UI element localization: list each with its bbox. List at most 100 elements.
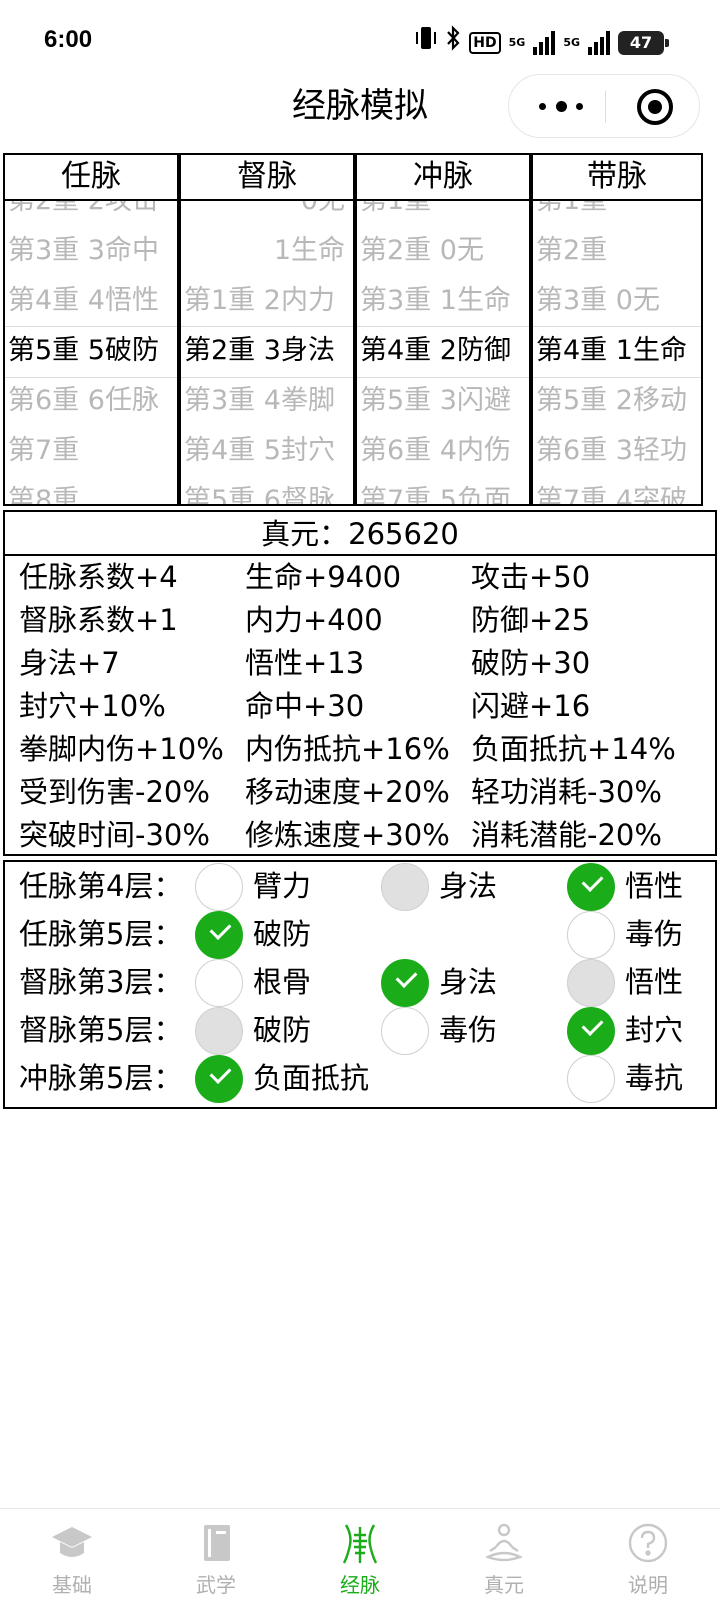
meridian-body-icon — [338, 1521, 382, 1565]
picker-option[interactable]: 第5重 6督脉 — [181, 476, 353, 504]
option-text[interactable]: 臂力 — [253, 862, 311, 911]
checkbox[interactable] — [567, 1007, 615, 1055]
picker-option[interactable]: 第3重 4拳脚 — [181, 376, 353, 426]
picker-option-selected[interactable]: 第4重 1生命 — [533, 326, 701, 376]
stat-row: 拳脚内伤+10% 内伤抵抗+16% 负面抵抗+14% — [19, 728, 709, 771]
picker-wheel[interactable]: 第1重 第2重 第3重 0无 第4重 1生命 第5重 2移动 第6重 3轻功 第… — [533, 201, 701, 504]
picker-option[interactable]: 第7重 — [5, 426, 177, 476]
checkbox[interactable] — [567, 863, 615, 911]
option-text[interactable]: 毒伤 — [625, 910, 683, 959]
stat-item: 内力+400 — [245, 603, 383, 637]
picker-option[interactable]: 第3重 1生命 — [357, 276, 529, 326]
checkbox[interactable] — [381, 863, 429, 911]
picker-wheel[interactable]: 0无 1生命 第1重 2内力 第2重 3身法 第3重 4拳脚 第4重 5封穴 第… — [181, 201, 353, 504]
option-text[interactable]: 毒抗 — [625, 1054, 683, 1103]
tab-meridian[interactable]: 经脉 — [288, 1509, 432, 1610]
picker-option[interactable]: 第3重 3命中 — [5, 226, 177, 276]
picker-option[interactable]: 第8重 — [5, 476, 177, 504]
option-text[interactable]: 毒伤 — [439, 1006, 497, 1055]
picker-option[interactable]: 第7重 5负面 — [357, 476, 529, 504]
picker-option[interactable]: 第1重 2内力 — [181, 276, 353, 326]
picker-option[interactable]: 第6重 4内伤 — [357, 426, 529, 476]
meditation-icon — [482, 1521, 526, 1565]
stat-item: 任脉系数+4 — [19, 560, 178, 594]
zhenyuan-label: 真元： — [261, 517, 349, 551]
stat-item: 轻功消耗-30% — [471, 775, 662, 809]
picker-option[interactable]: 第2重 — [533, 226, 701, 276]
vibrate-icon — [415, 25, 437, 61]
checkbox[interactable] — [195, 1055, 243, 1103]
picker-option-selected[interactable]: 第4重 2防御 — [357, 326, 529, 376]
picker-option[interactable]: 第5重 2移动 — [533, 376, 701, 426]
option-text[interactable]: 身法 — [439, 958, 497, 1007]
picker-option[interactable]: 0无 — [181, 201, 353, 226]
signal-icon — [533, 31, 556, 55]
picker-option[interactable]: 第6重 3轻功 — [533, 426, 701, 476]
capsule-divider — [605, 91, 606, 123]
picker-dumai: 督脉 0无 1生命 第1重 2内力 第2重 3身法 第3重 4拳脚 第4重 5封… — [179, 153, 355, 506]
picker-wheel[interactable]: 第1重 第2重 0无 第3重 1生命 第4重 2防御 第5重 3闪避 第6重 4… — [357, 201, 529, 504]
option-row-label: 任脉第4层： — [19, 869, 183, 903]
option-row: 任脉第5层： 破防 毒伤 — [5, 910, 715, 959]
status-bar: 6:00 HD 5G 5G 47 — [0, 0, 720, 84]
picker-option-selected[interactable]: 第5重 5破防 — [5, 326, 177, 376]
picker-option[interactable]: 第7重 4突破 — [533, 476, 701, 504]
tab-label: 说明 — [628, 1573, 668, 1597]
stat-item: 闪避+16 — [471, 689, 591, 723]
checkbox[interactable] — [195, 959, 243, 1007]
option-text[interactable]: 负面抵抗 — [253, 1054, 369, 1103]
option-text[interactable]: 根骨 — [253, 958, 311, 1007]
checkbox[interactable] — [195, 911, 243, 959]
stat-item: 悟性+13 — [245, 646, 365, 680]
option-text[interactable]: 悟性 — [625, 958, 683, 1007]
option-text[interactable]: 破防 — [253, 1006, 311, 1055]
tab-zhenyuan[interactable]: 真元 — [432, 1509, 576, 1610]
picker-wheel[interactable]: 第2重 2攻击 第3重 3命中 第4重 4悟性 第5重 5破防 第6重 6任脉 … — [5, 201, 177, 504]
book-icon — [194, 1521, 238, 1565]
zhenyuan-row: 真元：265620 — [5, 512, 715, 556]
tab-label: 经脉 — [340, 1573, 380, 1597]
option-row-label: 冲脉第5层： — [19, 1061, 183, 1095]
checkbox[interactable] — [381, 1007, 429, 1055]
stat-item: 负面抵抗+14% — [471, 732, 676, 766]
picker-option[interactable]: 第4重 4悟性 — [5, 276, 177, 326]
tab-martial[interactable]: 武学 — [144, 1509, 288, 1610]
stat-item: 防御+25 — [471, 603, 591, 637]
checkbox[interactable] — [567, 911, 615, 959]
stat-row: 受到伤害-20% 移动速度+20% 轻功消耗-30% — [19, 771, 709, 814]
picker-option[interactable]: 第2重 2攻击 — [5, 201, 177, 226]
checkbox[interactable] — [567, 1055, 615, 1103]
picker-option[interactable]: 第6重 6任脉 — [5, 376, 177, 426]
picker-option-selected[interactable]: 第2重 3身法 — [181, 326, 353, 376]
picker-option[interactable]: 第1重 — [357, 201, 529, 226]
more-icon[interactable] — [539, 100, 583, 112]
checkbox[interactable] — [567, 959, 615, 1007]
option-text[interactable]: 破防 — [253, 910, 311, 959]
bluetooth-icon — [445, 25, 461, 61]
checkbox[interactable] — [381, 959, 429, 1007]
picker-option[interactable]: 1生命 — [181, 226, 353, 276]
picker-title: 督脉 — [181, 155, 353, 201]
stat-item: 破防+30 — [471, 646, 591, 680]
close-target-icon[interactable] — [637, 89, 673, 125]
option-text[interactable]: 身法 — [439, 862, 497, 911]
picker-option[interactable]: 第1重 — [533, 201, 701, 226]
help-icon — [626, 1521, 670, 1565]
stat-item: 突破时间-30% — [19, 818, 210, 852]
tab-label: 真元 — [484, 1573, 524, 1597]
title-bar: 经脉模拟 — [0, 74, 720, 140]
picker-option[interactable]: 第3重 0无 — [533, 276, 701, 326]
checkbox[interactable] — [195, 1007, 243, 1055]
picker-option[interactable]: 第2重 0无 — [357, 226, 529, 276]
picker-title: 任脉 — [5, 155, 177, 201]
tab-basic[interactable]: 基础 — [0, 1509, 144, 1610]
picker-renmai: 任脉 第2重 2攻击 第3重 3命中 第4重 4悟性 第5重 5破防 第6重 6… — [3, 153, 179, 506]
stat-row: 封穴+10% 命中+30 闪避+16 — [19, 685, 709, 728]
picker-option[interactable]: 第5重 3闪避 — [357, 376, 529, 426]
checkbox[interactable] — [195, 863, 243, 911]
option-text[interactable]: 封穴 — [625, 1006, 683, 1055]
tab-help[interactable]: 说明 — [576, 1509, 720, 1610]
picker-option[interactable]: 第4重 5封穴 — [181, 426, 353, 476]
option-text[interactable]: 悟性 — [625, 862, 683, 911]
stat-item: 内伤抵抗+16% — [245, 732, 450, 766]
